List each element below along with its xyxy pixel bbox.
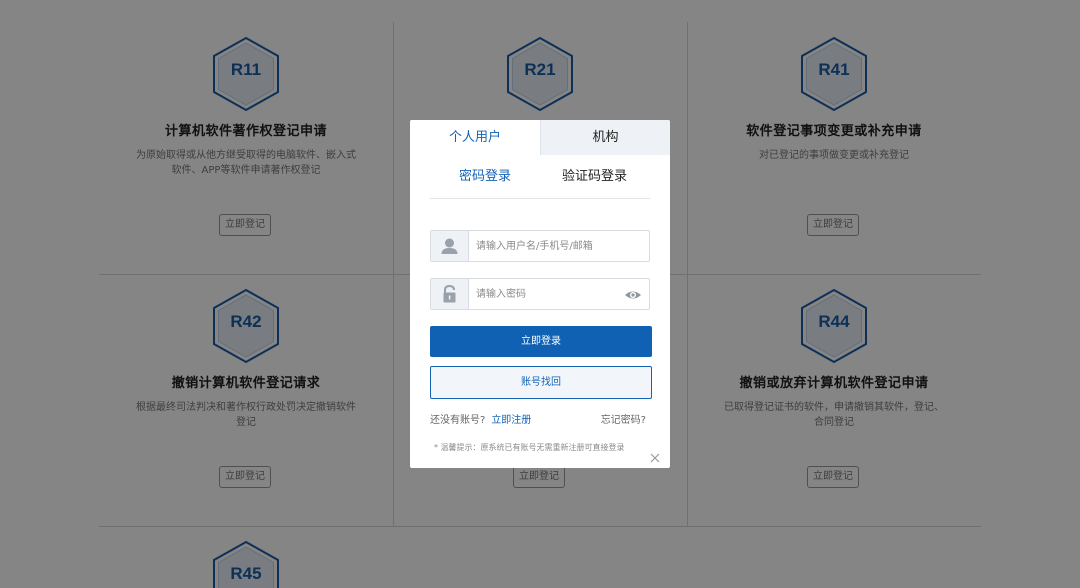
password-field [430, 278, 650, 310]
password-input[interactable] [476, 279, 626, 309]
close-icon[interactable] [650, 448, 660, 463]
forgot-password-link[interactable]: 忘记密码? [601, 411, 646, 426]
login-method-tabs: 密码登录 验证码登录 [430, 164, 650, 199]
eye-icon[interactable] [624, 287, 642, 301]
tab-password-login[interactable]: 密码登录 [459, 164, 511, 190]
username-input[interactable] [476, 231, 626, 261]
no-account-row: 还没有账号? 立即注册 [430, 411, 531, 426]
user-type-tabs: 个人用户 机构 [410, 120, 670, 155]
tab-code-login[interactable]: 验证码登录 [562, 164, 627, 190]
login-dialog: 个人用户 机构 密码登录 验证码登录 立即登录 账号找回 还没有账号?立即注册 … [410, 120, 670, 468]
tab-organization[interactable]: 机构 [540, 120, 670, 155]
register-link[interactable]: 立即注册 [491, 415, 531, 426]
account-recovery-button[interactable]: 账号找回 [430, 366, 652, 399]
lock-icon [431, 279, 469, 309]
no-account-text: 还没有账号? [430, 415, 486, 426]
username-field [430, 230, 650, 262]
tab-personal-user[interactable]: 个人用户 [410, 120, 540, 155]
login-button[interactable]: 立即登录 [430, 326, 652, 357]
notice-text: * 温馨提示：原系统已有账号无需重新注册可直接登录 [434, 443, 625, 452]
user-icon [431, 231, 469, 261]
